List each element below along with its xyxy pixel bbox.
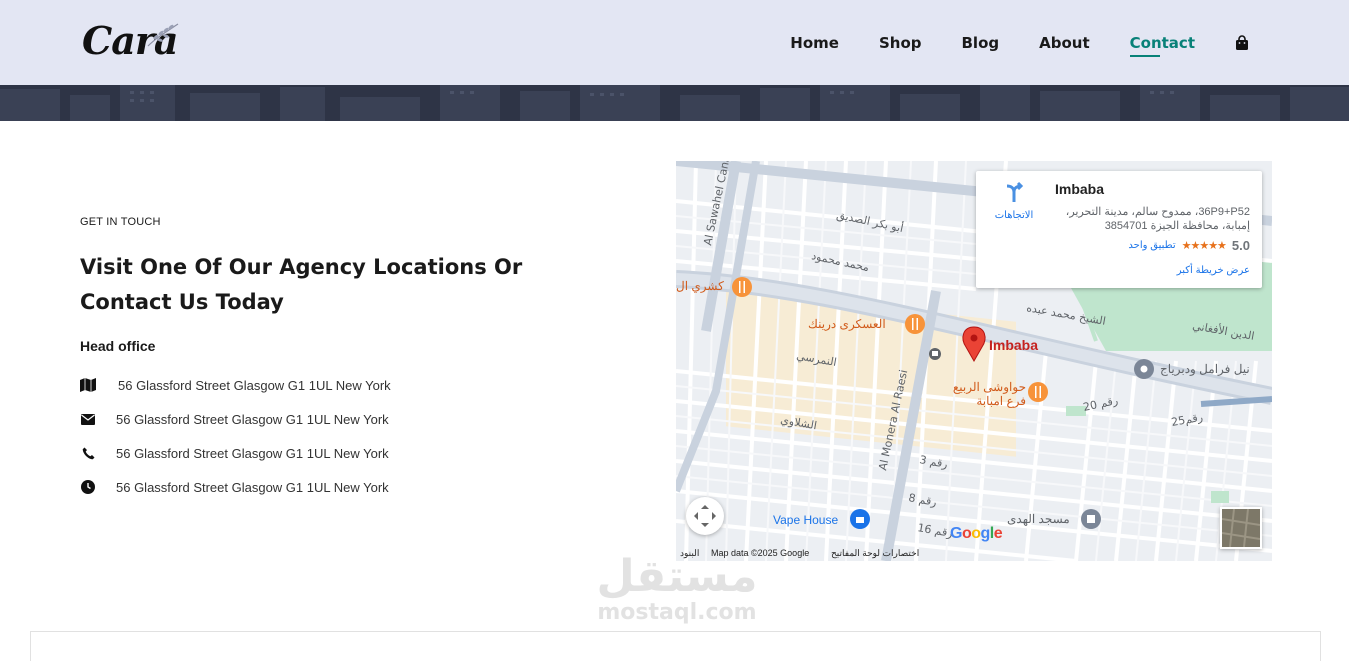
contact-headline: Visit One Of Our Agency Locations Or Con… [80, 255, 523, 314]
map-place-mosque[interactable]: مسجد الهدى [1007, 512, 1070, 526]
directions-icon [1006, 181, 1024, 202]
head-office-heading: Head office [80, 338, 156, 354]
logo-sprig-icon [147, 23, 179, 47]
map-icon [80, 377, 96, 393]
watermark-english: mostaql.com [597, 600, 757, 625]
place-card-title: Imbaba [1055, 181, 1105, 197]
watermark-arabic: مستقل [596, 551, 758, 602]
place-card-rating: تطبيق واحد ★★★★★ 5.0 [1128, 238, 1250, 253]
nav-about[interactable]: About [1039, 34, 1090, 52]
contact-email-text: 56 Glassford Street Glasgow G1 1UL New Y… [116, 411, 389, 427]
map-place-card: الاتجاهات Imbaba 36P9+P52، ممدوح سالم، م… [976, 171, 1262, 288]
place-card-address: 36P9+P52، ممدوح سالم، مدينة التحرير، إمب… [1065, 206, 1250, 232]
rating-score: 5.0 [1231, 238, 1250, 253]
phone-icon [80, 445, 96, 461]
next-section-box [30, 631, 1321, 661]
nav-home[interactable]: Home [790, 34, 839, 52]
contact-eyebrow: GET IN TOUCH [80, 216, 161, 228]
directions-label: الاتجاهات [994, 210, 1034, 221]
map-place-vape-house[interactable]: Vape House [773, 513, 838, 527]
pan-arrows-icon [694, 505, 716, 527]
map-place-askary[interactable]: العسكرى درينك [808, 317, 886, 331]
contact-address-text: 56 Glassford Street Glasgow G1 1UL New Y… [118, 377, 391, 393]
mostaql-watermark: مستقل mostaql.com [592, 552, 762, 632]
map-place-nile-brakes[interactable]: نيل فرامل ودبرياج [1160, 362, 1250, 376]
map-footer: البنود Map data ©2025 Google اختصارات لو… [676, 545, 1272, 561]
directions-button[interactable]: الاتجاهات [988, 181, 1040, 221]
google-map-embed[interactable]: Al Sawahel Canal Al Monera Al Raesi أبو … [676, 161, 1272, 561]
site-header: Cara Home Shop Blog About Contact [0, 0, 1349, 85]
keyboard-shortcuts-link[interactable]: اختصارات لوحة المفاتيح [831, 548, 919, 559]
google-logo: Google [950, 525, 1003, 542]
map-pin-label[interactable]: Imbaba [989, 337, 1038, 353]
page-banner [0, 85, 1349, 121]
contact-hours-text: 56 Glassford Street Glasgow G1 1UL New Y… [116, 479, 389, 495]
nav-contact[interactable]: Contact [1129, 34, 1195, 57]
city-skyline-image [0, 85, 1349, 121]
map-place-koshary[interactable]: كشري ال [676, 279, 724, 293]
contact-row-email: 56 Glassford Street Glasgow G1 1UL New Y… [80, 411, 389, 427]
satellite-layer-toggle[interactable] [1220, 507, 1262, 549]
map-pan-control[interactable] [686, 497, 724, 535]
satellite-thumbnail-icon [1221, 508, 1261, 548]
nav-blog[interactable]: Blog [962, 34, 1000, 52]
contact-phone-text: 56 Glassford Street Glasgow G1 1UL New Y… [116, 445, 389, 461]
contact-row-hours: 56 Glassford Street Glasgow G1 1UL New Y… [80, 479, 389, 495]
nav-shop[interactable]: Shop [879, 34, 922, 52]
view-larger-map-link[interactable]: عرض خريطة أكبر [1177, 265, 1250, 276]
main-nav: Home Shop Blog About Contact [750, 0, 1249, 85]
shopping-bag-icon[interactable] [1235, 34, 1249, 51]
map-place-hawawshi[interactable]: حواوشى الربيع فرع امبابة [936, 380, 1026, 408]
place-card-reviews[interactable]: تطبيق واحد [1128, 240, 1175, 251]
contact-row-address: 56 Glassford Street Glasgow G1 1UL New Y… [80, 377, 391, 393]
contact-row-phone: 56 Glassford Street Glasgow G1 1UL New Y… [80, 445, 389, 461]
rating-stars-icon: ★★★★★ [1181, 240, 1227, 252]
clock-icon [80, 479, 96, 495]
envelope-icon [80, 411, 96, 427]
